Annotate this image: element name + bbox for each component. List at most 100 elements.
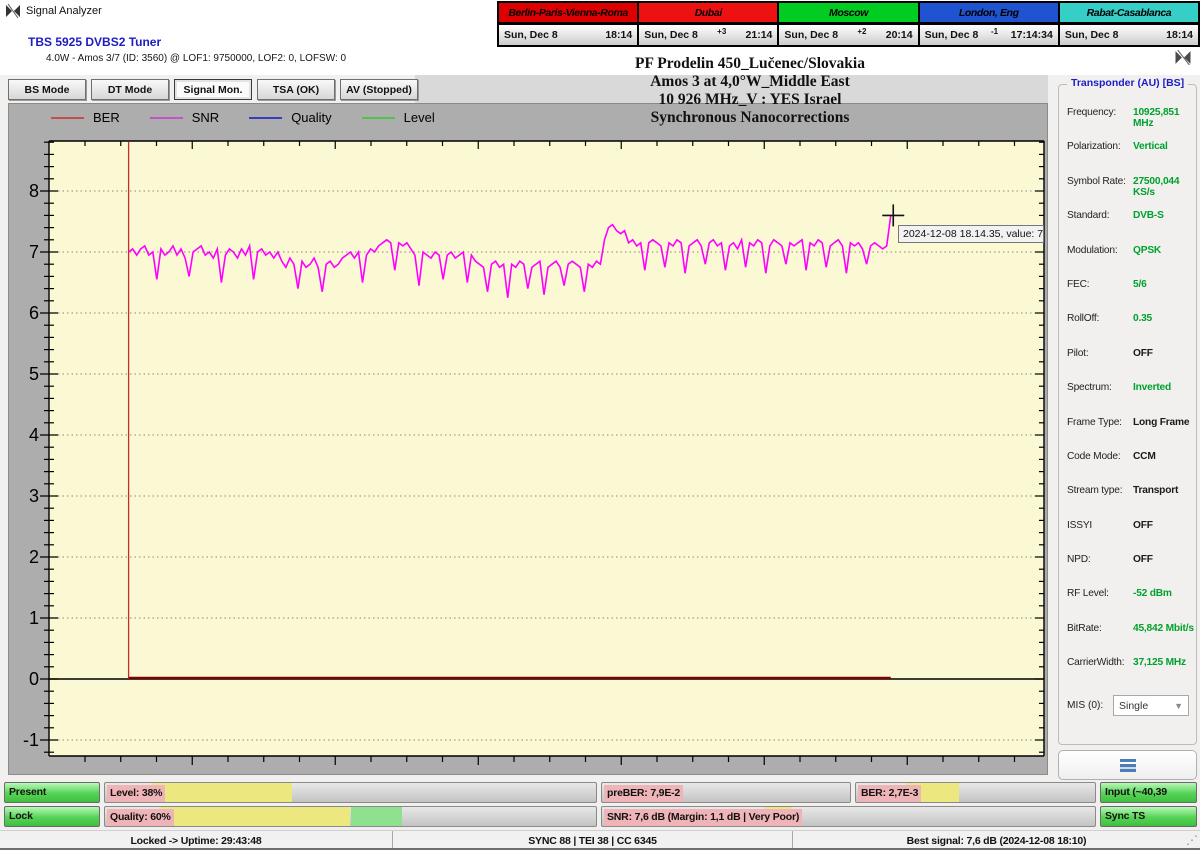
transponder-fields: Frequency: 10925,851 MHz Polarization: Vert…	[1059, 105, 1196, 690]
chevron-down-icon: ▼	[1174, 700, 1183, 711]
transponder-row: Stream type: Transport	[1059, 483, 1196, 517]
status-badge-present: Present	[4, 782, 100, 803]
status-bar-label: SNR: 7,6 dB (Margin: 1,1 dB | Very Poor)	[604, 809, 803, 826]
bar-fill-segment	[151, 783, 292, 802]
resize-grip[interactable]: ⋰	[1186, 833, 1198, 847]
tuner-details: 4.0W - Amos 3/7 (ID: 3560) @ LOF1: 97500…	[46, 53, 347, 64]
clock-time-value: 18:14	[605, 29, 633, 41]
transponder-row: Code Mode: CCM	[1059, 449, 1196, 483]
transponder-field-label: Spectrum:	[1067, 382, 1112, 394]
transponder-field-label: BitRate:	[1067, 622, 1102, 634]
status-bar-label: Level: 38%	[107, 785, 166, 802]
station-titles: PF Prodelin 450_Lučenec/Slovakia Amos 3 …	[520, 55, 980, 127]
status-badge-lock: Lock	[4, 806, 100, 827]
transponder-row: Modulation: QPSK	[1059, 243, 1196, 277]
clock-time-value: 18:14	[1166, 29, 1194, 41]
transponder-field-value: OFF	[1133, 347, 1153, 359]
y-axis-tick-label: 1	[29, 608, 39, 628]
transponder-field-label: CarrierWidth:	[1067, 657, 1125, 669]
transponder-field-label: RollOff:	[1067, 313, 1100, 325]
clock-column-3: London, Eng Sun, Dec 8 -1 17:14:34	[918, 2, 1059, 46]
tab-dt-mode[interactable]: DT Mode	[91, 79, 169, 100]
clock-date: Sun, Dec 8	[644, 29, 698, 41]
transponder-field-value: -52 dBm	[1133, 588, 1172, 600]
transponder-field-label: Symbol Rate:	[1067, 175, 1126, 187]
clock-time-cell: Sun, Dec 8 +3 21:14	[638, 24, 779, 46]
transponder-panel: Transponder (AU) [BS] Frequency: 10925,85…	[1058, 77, 1197, 745]
status-bar-ber: BER: 2,7E-3	[855, 782, 1096, 803]
clock-city-label: London, Eng	[918, 2, 1059, 24]
station-line1: PF Prodelin 450_Lučenec/Slovakia	[635, 55, 865, 72]
chart-tooltip: 2024-12-08 18.14.35, value: 7,5999999046…	[898, 225, 1044, 243]
y-axis-tick-label: 2	[29, 547, 39, 567]
clock-time-cell: Sun, Dec 8 18:14	[1058, 24, 1200, 46]
panel-action-button[interactable]	[1058, 750, 1197, 780]
chart-plot-area[interactable]: 8 7 6 5 4 3 2 1 0 -1	[9, 104, 1048, 775]
transponder-row: Symbol Rate: 27500,044 KS/s	[1059, 174, 1196, 208]
status-badge-sync-ts: Sync TS	[1100, 806, 1197, 827]
clock-city-label: Rabat-Casablanca	[1058, 2, 1200, 24]
transponder-field-value: 45,842 Mbit/s	[1133, 622, 1194, 634]
clock-column-2: Moscow Sun, Dec 8 +2 20:14	[778, 2, 919, 46]
clock-utc-offset: +3	[717, 26, 727, 36]
transponder-field-value: OFF	[1133, 554, 1153, 566]
status-bar-preber: preBER: 7,9E-2	[601, 782, 851, 803]
clock-time-value: 17:14:34	[1010, 29, 1053, 41]
clock-time-cell: Sun, Dec 8 +2 20:14	[778, 24, 919, 46]
transponder-row: Frame Type: Long Frame	[1059, 415, 1196, 449]
y-axis-tick-label: 7	[29, 242, 39, 262]
clock-city-label: Moscow	[778, 2, 919, 24]
bar-fill-segment	[159, 807, 351, 826]
clock-city-label: Berlin-Paris-Vienna-Roma	[498, 2, 639, 24]
clock-time-value: 20:14	[885, 29, 913, 41]
y-axis-tick-label: 3	[29, 486, 39, 506]
transponder-field-label: Pilot:	[1067, 347, 1089, 359]
station-line3: 10 926 MHz_V : YES Israel	[658, 91, 842, 108]
mis-dropdown-value: Single	[1119, 699, 1149, 712]
clock-city-label: Dubai	[638, 2, 779, 24]
transponder-row: ISSYI OFF	[1059, 518, 1196, 552]
status-bar-level: Level: 38%	[104, 782, 597, 803]
clock-time-value: 21:14	[745, 29, 773, 41]
status-badge-input-40-39-mbps-: Input (~40,39 Mbps)	[1100, 782, 1197, 803]
transponder-field-value: DVB-S	[1133, 210, 1164, 222]
clock-date: Sun, Dec 8	[784, 29, 839, 41]
transponder-field-label: ISSYI	[1067, 519, 1093, 531]
y-axis-tick-label: 5	[29, 364, 39, 384]
transponder-row: FEC: 5/6	[1059, 277, 1196, 311]
transponder-field-label: Stream type:	[1067, 485, 1123, 497]
clock-date: Sun, Dec 8	[924, 29, 979, 41]
y-axis-tick-label: -1	[23, 730, 39, 750]
tab-tsa-ok-[interactable]: TSA (OK)	[257, 79, 335, 100]
transponder-row: RollOff: 0.35	[1059, 311, 1196, 345]
tab-signal-mon-[interactable]: Signal Mon.	[174, 79, 252, 100]
clock-date: Sun, Dec 8	[1064, 29, 1119, 41]
transponder-field-value: 37,125 MHz	[1133, 657, 1186, 669]
transponder-field-label: Frequency:	[1067, 107, 1116, 118]
statusbar: Locked -> Uptime: 29:43:48 SYNC 88 | TEI …	[0, 830, 1200, 850]
tab-bs-mode[interactable]: BS Mode	[8, 79, 86, 100]
transponder-row: Pilot: OFF	[1059, 346, 1196, 380]
signal-chart[interactable]: BER SNR Quality Level 8 7 6 5 4 3 2 1 0 -1 2024-12-0…	[8, 103, 1048, 775]
window-title: Signal Analyzer	[26, 5, 102, 17]
mini-logo-icon	[1174, 49, 1192, 70]
mis-dropdown[interactable]: Single ▼	[1113, 695, 1189, 716]
tuner-name: TBS 5925 DVBS2 Tuner	[28, 35, 162, 49]
mis-row: MIS (0): Single ▼	[1067, 695, 1191, 716]
mis-label: MIS (0):	[1067, 700, 1104, 711]
transponder-field-value: CCM	[1133, 450, 1156, 462]
clock-time-cell: Sun, Dec 8 -1 17:14:34	[918, 24, 1059, 46]
status-bar-label: Quality: 60%	[107, 809, 174, 826]
transponder-field-label: NPD:	[1067, 554, 1091, 566]
transponder-field-value: 0.35	[1133, 313, 1153, 325]
clock-date: Sun, Dec 8	[504, 29, 558, 41]
transponder-field-value: QPSK	[1133, 244, 1162, 256]
transponder-field-value: Inverted	[1133, 382, 1172, 394]
transponder-row: Frequency: 10925,851 MHz	[1059, 105, 1196, 139]
transponder-field-label: Modulation:	[1067, 244, 1118, 256]
transponder-field-label: Polarization:	[1067, 141, 1121, 153]
tab-av-stopped-[interactable]: AV (Stopped)	[340, 79, 418, 100]
transponder-row: NPD: OFF	[1059, 552, 1196, 586]
clock-column-1: Dubai Sun, Dec 8 +3 21:14	[638, 2, 779, 46]
status-bar-label: preBER: 7,9E-2	[604, 785, 684, 802]
